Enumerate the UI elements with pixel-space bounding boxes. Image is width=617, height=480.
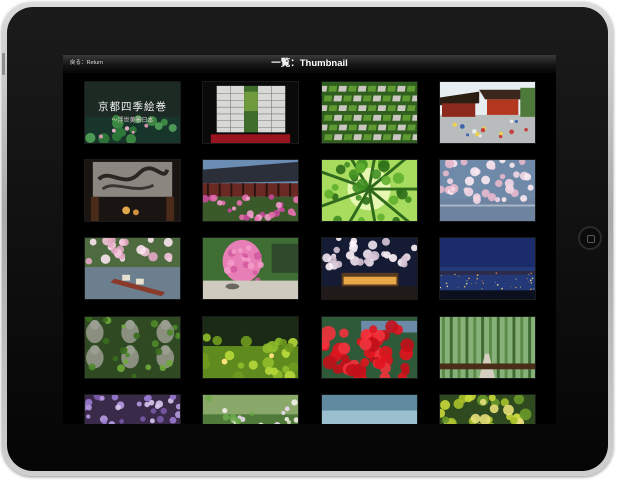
thumb-garden-flowers-image bbox=[203, 395, 298, 424]
thumb-wisteria-pond-image bbox=[85, 395, 180, 424]
side-switch bbox=[2, 53, 5, 75]
thumb-misty-river[interactable] bbox=[321, 394, 418, 424]
thumb-temple-cherry-blossoms-image bbox=[203, 160, 298, 221]
thumb-autumn-trees[interactable] bbox=[439, 394, 536, 424]
thumb-city-night-view-image bbox=[440, 238, 535, 299]
cover-title: 京都四季絵巻 bbox=[98, 101, 167, 113]
thumb-bamboo-canopy-image bbox=[322, 160, 417, 221]
thumb-weeping-cherry-rock-garden-image bbox=[203, 238, 298, 299]
home-button-icon[interactable] bbox=[578, 226, 602, 250]
thumb-red-azaleas-image bbox=[322, 317, 417, 378]
thumb-bamboo-canopy[interactable] bbox=[321, 159, 418, 222]
thumb-misty-river-image bbox=[322, 395, 417, 424]
thumb-boat-canal-blossoms-image bbox=[85, 238, 180, 299]
thumb-moss-garden-lanterns-image bbox=[203, 317, 298, 378]
thumb-shrine-festival[interactable] bbox=[439, 81, 536, 144]
thumb-checkerboard-moss-garden[interactable] bbox=[321, 81, 418, 144]
thumb-checkerboard-moss-garden-image bbox=[322, 82, 417, 143]
thumb-shrine-festival-image bbox=[440, 82, 535, 143]
home-square-icon bbox=[587, 235, 595, 243]
thumb-bamboo-path-image bbox=[440, 317, 535, 378]
thumb-wisteria-pond[interactable] bbox=[84, 394, 181, 424]
thumb-temple-cherry-blossoms[interactable] bbox=[202, 159, 299, 222]
thumbnail-grid: 京都四季絵巻 ～浮世美景日本 bbox=[63, 73, 556, 424]
thumb-stone-buddhas[interactable] bbox=[84, 316, 181, 379]
thumb-blossoms-night-temple-image bbox=[322, 238, 417, 299]
thumb-dragon-ceiling-painting[interactable] bbox=[84, 159, 181, 222]
thumb-moss-garden-lanterns[interactable] bbox=[202, 316, 299, 379]
thumb-cherry-blossom-river-image bbox=[440, 160, 535, 221]
thumb-bamboo-path[interactable] bbox=[439, 316, 536, 379]
app-screen: 戻る：Return 一覧：Thumbnail 京都四季絵巻 ～浮世美景日本 bbox=[63, 55, 556, 424]
thumb-shoji-window-garden-image bbox=[203, 82, 298, 143]
thumb-cherry-blossom-river[interactable] bbox=[439, 159, 536, 222]
thumb-dragon-ceiling-painting-image bbox=[85, 160, 180, 221]
thumb-shoji-window-garden[interactable] bbox=[202, 81, 299, 144]
thumb-boat-canal-blossoms[interactable] bbox=[84, 237, 181, 300]
thumb-city-night-view[interactable] bbox=[439, 237, 536, 300]
thumb-weeping-cherry-rock-garden[interactable] bbox=[202, 237, 299, 300]
thumb-garden-flowers[interactable] bbox=[202, 394, 299, 424]
page-title: 一覧：Thumbnail bbox=[271, 58, 348, 69]
thumb-blossoms-night-temple[interactable] bbox=[321, 237, 418, 300]
thumb-cover-water-lilies[interactable]: 京都四季絵巻 ～浮世美景日本 bbox=[84, 81, 181, 144]
thumb-autumn-trees-image bbox=[440, 395, 535, 424]
thumb-red-azaleas[interactable] bbox=[321, 316, 418, 379]
thumb-stone-buddhas-image bbox=[85, 317, 180, 378]
navigation-bar: 戻る：Return 一覧：Thumbnail bbox=[63, 55, 556, 74]
cover-subtitle: ～浮世美景日本 bbox=[111, 117, 154, 124]
